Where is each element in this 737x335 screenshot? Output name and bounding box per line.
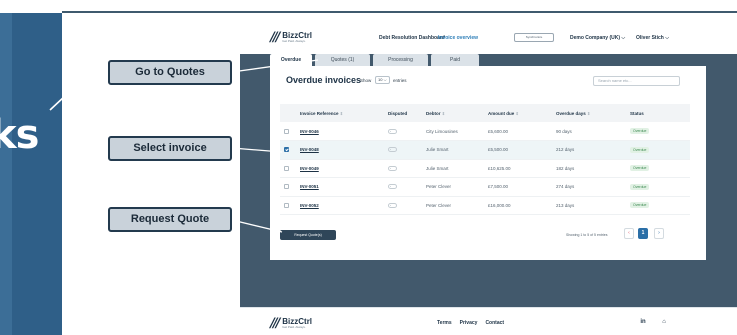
step-number: 1 (86, 139, 94, 155)
connector-quotes (231, 59, 319, 73)
arrow-step-1-to-2 (65, 164, 85, 215)
step-number: 2 (86, 214, 94, 230)
connector-request (231, 219, 283, 233)
instruction-arrows (49, 59, 319, 233)
screen: /// BizzCtrl Get Paid. Always. Debt Reso… (0, 0, 737, 335)
connector-select (231, 147, 283, 153)
step-label-select-invoice: Select invoice (108, 136, 232, 161)
arrow-to-step-3 (49, 81, 81, 111)
step-number: 3 (86, 62, 94, 78)
step-label-go-to-quotes: Go to Quotes (108, 60, 232, 85)
step-label-request-quote: Request Quote (108, 207, 232, 232)
